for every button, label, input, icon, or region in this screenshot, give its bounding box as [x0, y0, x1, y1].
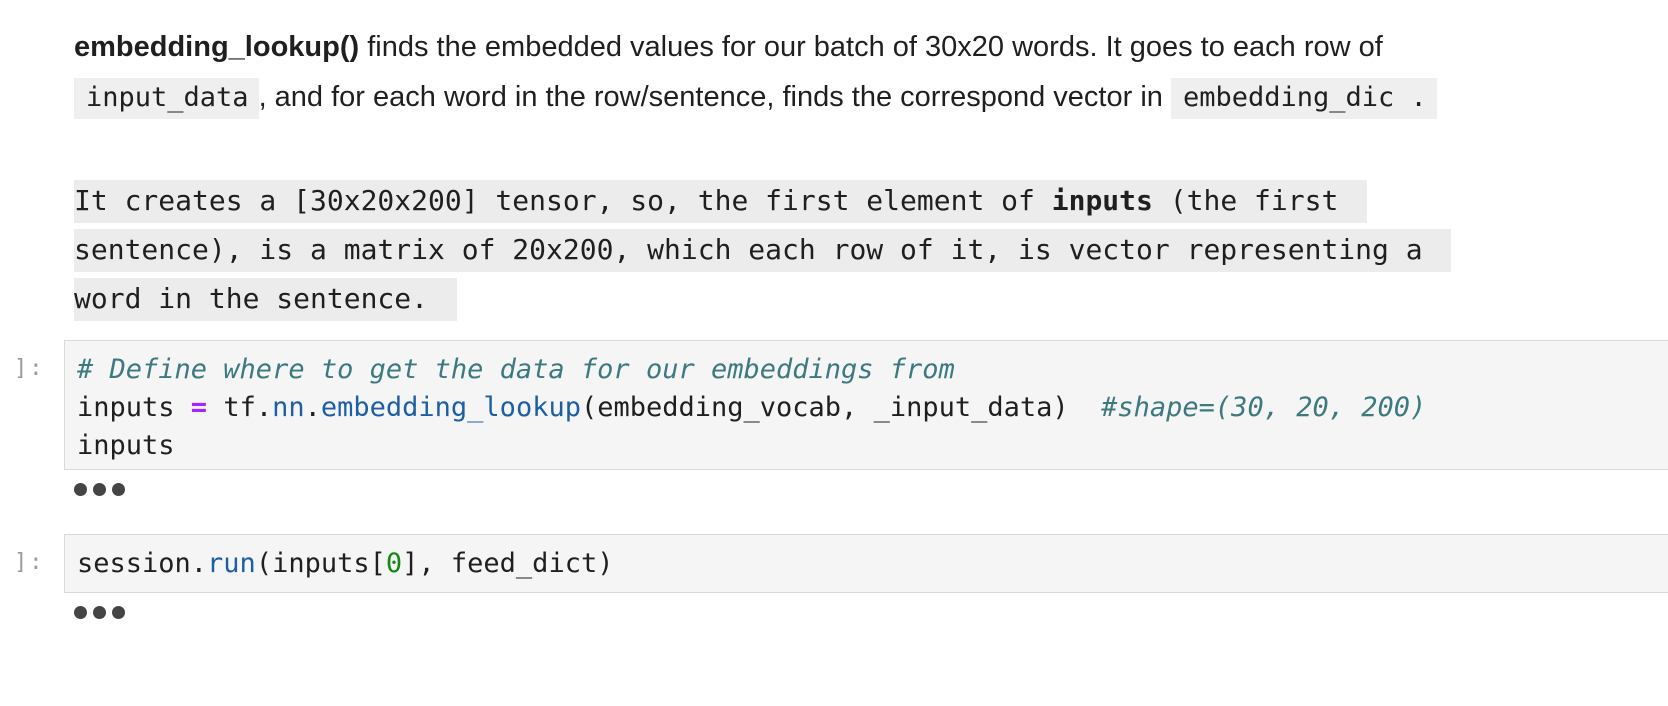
cell-prompt: ]:	[14, 550, 45, 575]
code-cell-2[interactable]: session.run(inputs[0], feed_dict)	[64, 534, 1668, 593]
md-line-2: input_data, and for each word in the row…	[74, 72, 1634, 122]
md-line-1: embedding_lookup() finds the embedded va…	[74, 22, 1634, 72]
code-token: ], feed_dict)	[402, 548, 614, 579]
code-token: tf.	[207, 392, 273, 423]
code-line: inputs = tf.nn.embedding_lookup(embeddin…	[77, 389, 1668, 427]
markdown-cell: embedding_lookup() finds the embedded va…	[74, 22, 1634, 122]
code-comment: # Define where to get the data for our e…	[77, 354, 955, 385]
cell-prompt: ]:	[14, 356, 45, 381]
md-pre-line-2: sentence), is a matrix of 20x200, which …	[74, 225, 1452, 274]
code-cell-1[interactable]: # Define where to get the data for our e…	[64, 340, 1668, 470]
code-attribute: embedding_lookup	[320, 392, 581, 423]
code-token: inputs	[77, 392, 191, 423]
md-text: finds the embedded values for our batch …	[359, 31, 1383, 63]
inline-code-embedding-dic: embedding_dic .	[1170, 78, 1437, 119]
markdown-code-paragraph: It creates a [30x20x200] tensor, so, the…	[74, 176, 1452, 323]
inputs-term: inputs	[1051, 184, 1153, 217]
code-editor[interactable]: session.run(inputs[0], feed_dict)	[65, 535, 1668, 583]
embedding-lookup-term: embedding_lookup()	[74, 31, 360, 63]
inline-code-input-data: input_data	[74, 78, 259, 119]
md-pre-line-3: word in the sentence.	[74, 274, 1451, 323]
code-comment: #shape=(30, 20, 200)	[1101, 392, 1427, 423]
md-pre-text: word in the sentence.	[74, 278, 457, 321]
code-token: (inputs[	[255, 548, 386, 579]
code-attribute: run	[207, 548, 256, 579]
ellipsis-icon[interactable]	[74, 606, 125, 619]
md-pre-text: It creates a [30x20x200] tensor, so, the…	[74, 184, 1052, 217]
code-token: (embedding_vocab, _input_data)	[580, 392, 1102, 423]
code-attribute: nn	[272, 392, 305, 423]
code-line: session.run(inputs[0], feed_dict)	[77, 545, 1668, 583]
code-operator: =	[190, 392, 208, 423]
md-pre-line-1: It creates a [30x20x200] tensor, so, the…	[74, 176, 1451, 225]
code-line: # Define where to get the data for our e…	[77, 351, 1668, 389]
code-number: 0	[385, 548, 403, 579]
code-token: inputs	[77, 430, 175, 461]
ellipsis-icon[interactable]	[74, 483, 125, 496]
code-editor[interactable]: # Define where to get the data for our e…	[65, 341, 1668, 465]
md-text: , and for each word in the row/sentence,…	[258, 81, 1171, 113]
code-token: session.	[77, 548, 208, 579]
code-line: inputs	[77, 427, 1668, 465]
md-pre-text: sentence), is a matrix of 20x200, which …	[74, 229, 1452, 272]
code-token: .	[304, 392, 321, 423]
md-pre-text: (the first	[1152, 184, 1356, 217]
